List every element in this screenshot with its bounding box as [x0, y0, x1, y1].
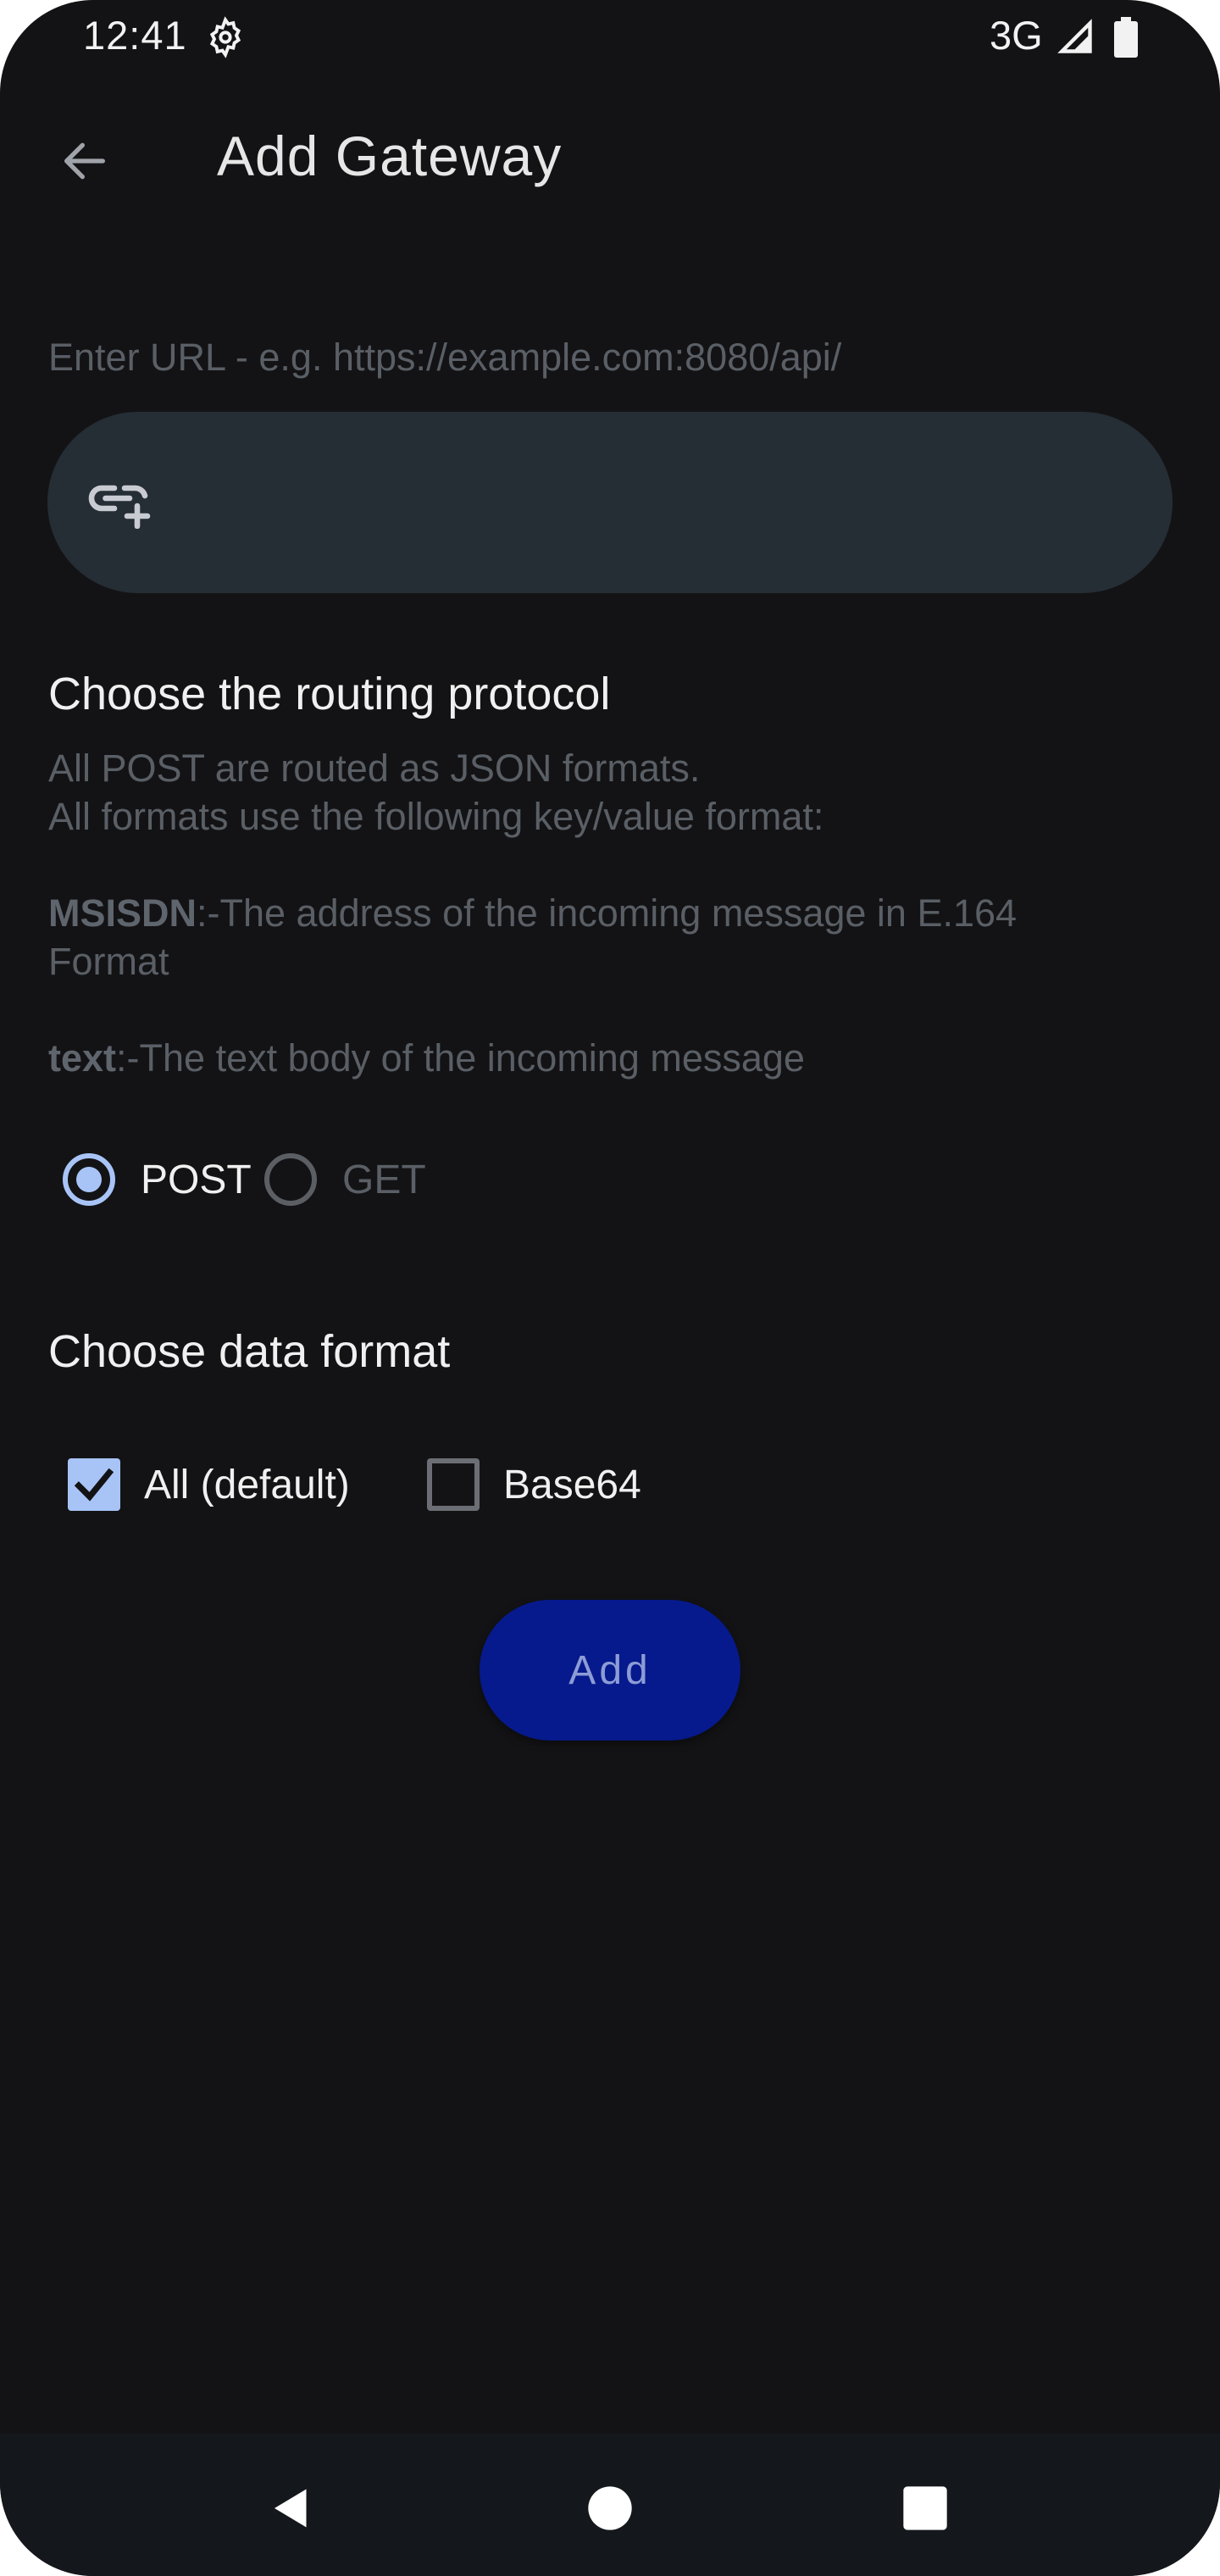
url-label: Enter URL - e.g. https://example.com:808…	[48, 336, 842, 379]
msisdn-key: MSISDN	[48, 891, 197, 935]
page-title: Add Gateway	[217, 125, 563, 187]
checkbox-all-label: All (default)	[144, 1462, 350, 1507]
radio-get-indicator[interactable]	[264, 1153, 317, 1206]
arrow-back-icon	[64, 142, 105, 180]
url-field[interactable]	[47, 412, 1173, 595]
checkbox-all[interactable]: All (default)	[68, 1451, 350, 1518]
check-icon	[74, 1468, 114, 1502]
text-desc: text:-The text body of the incoming mess…	[48, 1034, 805, 1082]
radio-get[interactable]: GET	[264, 1146, 426, 1213]
radio-get-label: GET	[342, 1157, 426, 1202]
url-input[interactable]	[175, 412, 1135, 595]
navigation-bar	[0, 2434, 1220, 2576]
radio-post-indicator[interactable]	[63, 1153, 115, 1206]
text-desc-text: :-The text body of the incoming message	[116, 1036, 805, 1080]
nav-back-button[interactable]	[251, 2468, 332, 2549]
radio-post-label: POST	[141, 1157, 252, 1202]
checkbox-all-box[interactable]	[68, 1458, 120, 1511]
add-button[interactable]: Add	[480, 1600, 740, 1740]
phone-screen: 12:41 3G Add Gateway Enter URL - e.g. ht…	[0, 0, 1220, 2576]
status-time: 12:41	[83, 13, 187, 58]
routing-desc-line2: All formats use the following key/value …	[48, 795, 824, 838]
nav-home-icon	[588, 2486, 632, 2530]
routing-title: Choose the routing protocol	[48, 669, 611, 719]
gear-icon	[209, 16, 241, 58]
data-format-title: Choose data format	[48, 1326, 451, 1377]
status-bar: 12:41 3G	[0, 0, 1220, 76]
routing-desc-line1: All POST are routed as JSON formats.	[48, 747, 701, 790]
msisdn-desc: MSISDN:-The address of the incoming mess…	[48, 889, 1017, 937]
network-type: 3G	[990, 13, 1043, 58]
msisdn-desc-text: :-The address of the incoming message in…	[197, 891, 1018, 935]
signal-icon	[1057, 19, 1092, 53]
nav-back-icon	[274, 2489, 307, 2528]
battery-icon	[1114, 17, 1138, 58]
checkbox-base64-label: Base64	[503, 1462, 641, 1507]
nav-recents-button[interactable]	[884, 2468, 966, 2549]
checkbox-base64[interactable]: Base64	[427, 1451, 641, 1518]
nav-home-button[interactable]	[569, 2468, 651, 2549]
msisdn-desc-line2: Format	[48, 940, 169, 983]
checkbox-base64-box[interactable]	[427, 1458, 480, 1511]
add-link-icon	[88, 485, 151, 529]
text-key: text	[48, 1036, 117, 1080]
back-button[interactable]	[44, 120, 125, 202]
nav-recents-icon	[903, 2486, 947, 2530]
top-app-bar: Add Gateway	[0, 110, 1220, 203]
radio-post[interactable]: POST	[63, 1146, 252, 1213]
